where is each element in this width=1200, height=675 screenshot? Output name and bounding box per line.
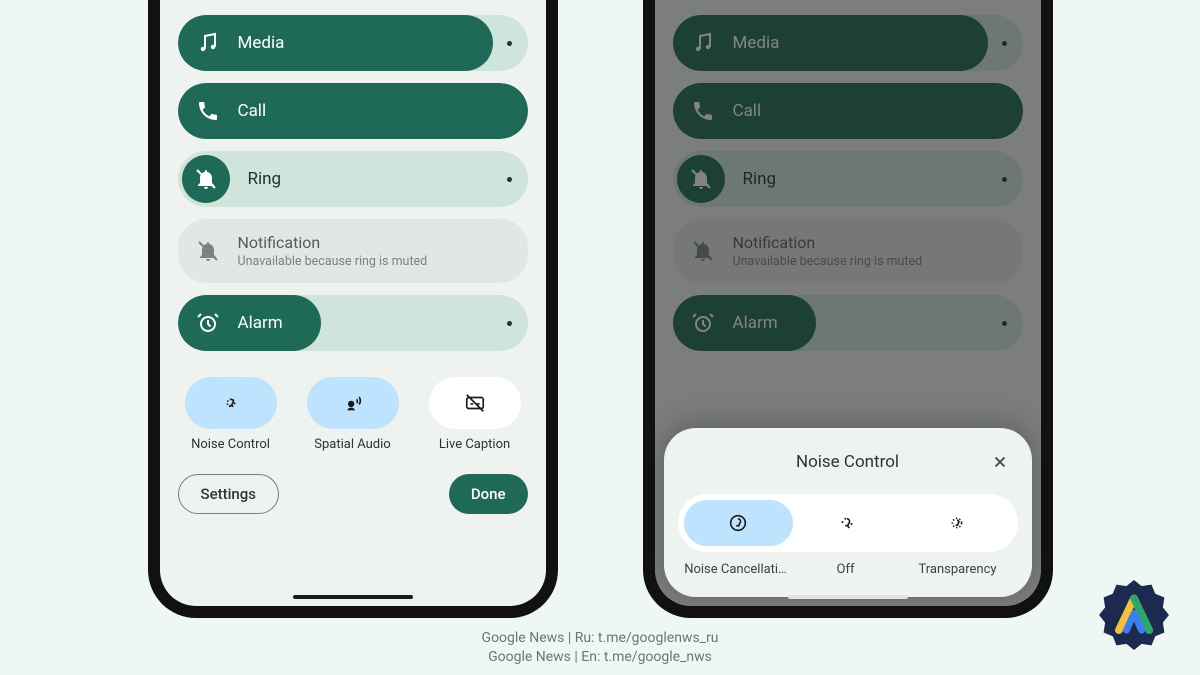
call-label: Call bbox=[238, 101, 267, 121]
live-caption-chip: Live Caption bbox=[422, 377, 528, 452]
notification-label: Notification bbox=[733, 233, 923, 252]
slider-dot bbox=[1002, 41, 1007, 46]
ring-label: Ring bbox=[248, 169, 282, 189]
noise-control-button[interactable] bbox=[185, 377, 277, 429]
settings-button[interactable]: Settings bbox=[178, 474, 280, 514]
segment-label: Noise Cancellati… bbox=[682, 562, 790, 577]
notification-label: Notification bbox=[238, 233, 428, 252]
image-credits: Google News | Ru: t.me/googlenws_ru Goog… bbox=[482, 629, 719, 667]
media-label: Media bbox=[238, 33, 285, 53]
slider-dot bbox=[507, 321, 512, 326]
slider-dot bbox=[507, 177, 512, 182]
alarm-icon bbox=[196, 311, 220, 335]
call-slider[interactable]: Call bbox=[673, 83, 1023, 139]
phone-left: Media Call Ring bbox=[148, 0, 558, 618]
chip-label: Spatial Audio bbox=[314, 437, 390, 452]
noise-off-option[interactable] bbox=[793, 500, 902, 546]
slider-dot bbox=[1002, 177, 1007, 182]
source-badge bbox=[1096, 577, 1172, 653]
segment-label: Transparency bbox=[902, 562, 1014, 577]
noise-control-chip: Noise Control bbox=[178, 377, 284, 452]
call-slider[interactable]: Call bbox=[178, 83, 528, 139]
sound-sliders: Media Call Ring bbox=[178, 15, 528, 351]
bell-off-icon bbox=[194, 167, 218, 191]
ear-circle-icon bbox=[727, 512, 749, 534]
music-note-icon bbox=[196, 31, 220, 55]
spatial-audio-icon bbox=[342, 392, 364, 414]
ear-dots-icon bbox=[946, 512, 968, 534]
notification-off-icon bbox=[691, 239, 715, 263]
phone-right: Media Call Ring bbox=[643, 0, 1053, 618]
ring-slider[interactable]: Ring bbox=[673, 151, 1023, 207]
notification-sublabel: Unavailable because ring is muted bbox=[733, 254, 923, 269]
spatial-audio-chip: Spatial Audio bbox=[300, 377, 406, 452]
ear-off-icon bbox=[836, 512, 858, 534]
close-button[interactable] bbox=[988, 450, 1012, 474]
sound-sliders: Media Call Ring bbox=[673, 15, 1023, 351]
alarm-slider[interactable]: Alarm bbox=[178, 295, 528, 351]
notification-off-icon bbox=[196, 239, 220, 263]
spatial-audio-button[interactable] bbox=[307, 377, 399, 429]
noise-cancellation-option[interactable] bbox=[684, 500, 793, 546]
chip-label: Live Caption bbox=[439, 437, 510, 452]
live-caption-off-icon bbox=[464, 392, 486, 414]
segment-label: Off bbox=[790, 562, 902, 577]
home-indicator[interactable] bbox=[293, 595, 413, 599]
slider-dot bbox=[507, 41, 512, 46]
media-slider[interactable]: Media bbox=[178, 15, 528, 71]
phone-icon bbox=[196, 99, 220, 123]
transparency-option[interactable] bbox=[902, 500, 1011, 546]
call-label: Call bbox=[733, 101, 762, 121]
alarm-label: Alarm bbox=[238, 313, 283, 333]
done-button[interactable]: Done bbox=[449, 474, 528, 514]
notification-slider: Notification Unavailable because ring is… bbox=[178, 219, 528, 283]
ring-label: Ring bbox=[743, 169, 777, 189]
media-label: Media bbox=[733, 33, 780, 53]
phone-icon bbox=[691, 99, 715, 123]
notification-sublabel: Unavailable because ring is muted bbox=[238, 254, 428, 269]
alarm-slider[interactable]: Alarm bbox=[673, 295, 1023, 351]
chip-label: Noise Control bbox=[191, 437, 270, 452]
bell-off-icon bbox=[689, 167, 713, 191]
noise-control-segmented bbox=[678, 494, 1018, 552]
feature-chips: Noise Control Spatial Audio Live Caption bbox=[178, 377, 528, 452]
close-icon bbox=[991, 453, 1009, 471]
home-indicator[interactable] bbox=[788, 595, 908, 599]
ring-slider[interactable]: Ring bbox=[178, 151, 528, 207]
panel-footer: Settings Done bbox=[178, 474, 528, 514]
notification-slider: Notification Unavailable because ring is… bbox=[673, 219, 1023, 283]
noise-control-sheet: Noise Control bbox=[664, 428, 1032, 597]
live-caption-button[interactable] bbox=[429, 377, 521, 429]
alarm-label: Alarm bbox=[733, 313, 778, 333]
sheet-title: Noise Control bbox=[796, 452, 899, 472]
slider-dot bbox=[1002, 321, 1007, 326]
music-note-icon bbox=[691, 31, 715, 55]
alarm-icon bbox=[691, 311, 715, 335]
media-slider[interactable]: Media bbox=[673, 15, 1023, 71]
ear-dots-icon bbox=[220, 392, 242, 414]
